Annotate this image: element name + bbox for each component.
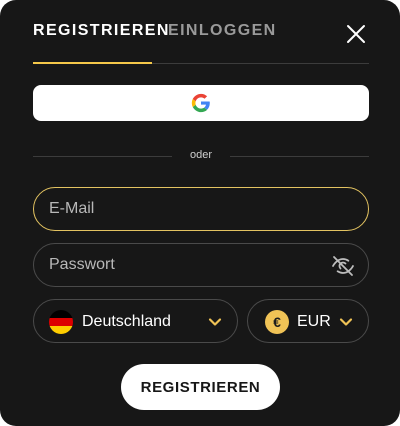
eye-off-icon (332, 256, 354, 276)
currency-select[interactable]: € EUR (247, 299, 369, 343)
email-field-wrapper (33, 187, 369, 231)
password-field-wrapper (33, 243, 369, 287)
register-submit-button[interactable]: REGISTRIEREN (121, 364, 280, 410)
password-field[interactable] (49, 244, 319, 286)
germany-flag-icon (49, 310, 73, 334)
google-signin-button[interactable] (33, 85, 369, 121)
country-selected-value: Deutschland (82, 313, 171, 330)
active-tab-indicator (33, 62, 152, 64)
chevron-down-icon (339, 318, 353, 326)
currency-selected-value: EUR (297, 313, 331, 330)
registration-modal: REGISTRIEREN EINLOGGEN oder E-Mail Deuts… (0, 0, 400, 426)
close-icon (347, 25, 365, 43)
google-icon (191, 93, 210, 113)
euro-coin-icon: € (265, 310, 289, 334)
password-visibility-toggle[interactable] (331, 254, 355, 278)
tab-register[interactable]: REGISTRIEREN (33, 22, 170, 40)
divider-label: oder (189, 149, 213, 161)
email-field[interactable] (49, 188, 319, 230)
tab-login[interactable]: EINLOGGEN (168, 22, 277, 40)
or-divider: oder (33, 146, 369, 166)
chevron-down-icon (208, 318, 222, 326)
auth-tabs: REGISTRIEREN EINLOGGEN (33, 22, 369, 64)
divider-line-right (230, 156, 369, 157)
close-button[interactable] (346, 24, 366, 44)
country-select[interactable]: Deutschland (33, 299, 238, 343)
